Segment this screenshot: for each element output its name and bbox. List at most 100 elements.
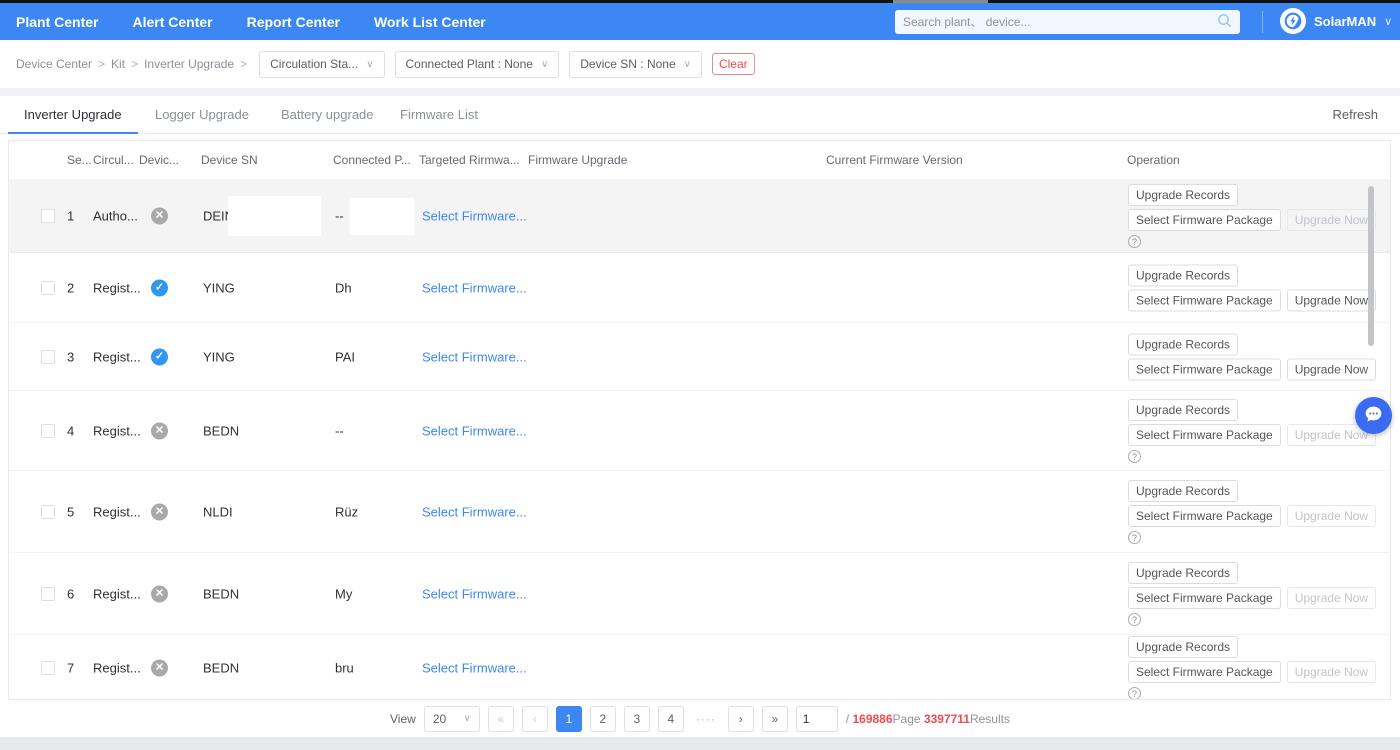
header-targeted-firmware: Targeted Rirmwa... bbox=[419, 141, 520, 179]
search-box[interactable] bbox=[895, 10, 1240, 34]
page-size-value: 20 bbox=[433, 712, 446, 726]
vertical-scrollbar[interactable] bbox=[1368, 186, 1374, 346]
page-button-1[interactable]: 1 bbox=[556, 706, 582, 732]
help-icon[interactable]: ? bbox=[1128, 235, 1141, 248]
upgrade-records-button[interactable]: Upgrade Records bbox=[1128, 480, 1238, 502]
upgrade-now-button[interactable]: Upgrade Now bbox=[1287, 289, 1376, 311]
table-body: 1 Autho... ✕ DEIN -- Select Firmware... … bbox=[9, 179, 1390, 700]
row-circulation-status: Autho... bbox=[93, 208, 138, 223]
nav-item-alert-center[interactable]: Alert Center bbox=[132, 14, 212, 30]
select-firmware-link[interactable]: Select Firmware... bbox=[422, 586, 527, 601]
nav-item-work-list-center[interactable]: Work List Center bbox=[374, 14, 486, 30]
nav-item-plant-center[interactable]: Plant Center bbox=[16, 14, 98, 30]
upgrade-now-button[interactable]: Upgrade Now bbox=[1287, 505, 1376, 527]
upgrade-now-button[interactable]: Upgrade Now bbox=[1287, 209, 1376, 231]
page-jump-input[interactable] bbox=[796, 706, 838, 732]
filter-controls: Circulation Sta... ∨ Connected Plant : N… bbox=[259, 51, 755, 78]
row-checkbox[interactable] bbox=[41, 505, 55, 519]
operation-cell: Upgrade Records Select Firmware Package … bbox=[1128, 399, 1376, 463]
tab-inverter-upgrade[interactable]: Inverter Upgrade bbox=[8, 96, 138, 134]
select-firmware-link[interactable]: Select Firmware... bbox=[422, 280, 527, 295]
select-package-button[interactable]: Select Firmware Package bbox=[1128, 505, 1281, 527]
page-label: Page bbox=[893, 712, 921, 726]
select-package-button[interactable]: Select Firmware Package bbox=[1128, 661, 1281, 683]
device-status-icon: ✕ bbox=[151, 660, 168, 677]
page-button-3[interactable]: 3 bbox=[624, 706, 650, 732]
search-input[interactable] bbox=[903, 15, 1217, 29]
select-package-button[interactable]: Select Firmware Package bbox=[1128, 289, 1281, 311]
operation-cell: Upgrade Records Select Firmware Package … bbox=[1128, 264, 1376, 311]
help-icon[interactable]: ? bbox=[1128, 613, 1141, 626]
breadcrumb-device-center[interactable]: Device Center bbox=[16, 57, 92, 71]
chevron-down-icon: ∨ bbox=[366, 59, 373, 70]
upgrade-records-button[interactable]: Upgrade Records bbox=[1128, 636, 1238, 658]
row-device-sn: BEDN bbox=[203, 423, 239, 438]
redaction-box bbox=[228, 196, 321, 236]
tab-logger-upgrade[interactable]: Logger Upgrade bbox=[155, 96, 249, 134]
device-status-icon: ✕ bbox=[151, 422, 168, 439]
upgrade-records-button[interactable]: Upgrade Records bbox=[1128, 333, 1238, 355]
breadcrumb-inverter-upgrade[interactable]: Inverter Upgrade bbox=[144, 57, 234, 71]
refresh-button[interactable]: Refresh bbox=[1332, 96, 1378, 134]
device-sn-dropdown[interactable]: Device SN : None ∨ bbox=[569, 51, 702, 78]
select-firmware-link[interactable]: Select Firmware... bbox=[422, 504, 527, 519]
connected-plant-dropdown[interactable]: Connected Plant : None ∨ bbox=[395, 51, 560, 78]
row-device-sn: BEDN bbox=[203, 586, 239, 601]
clear-filters-button[interactable]: Clear bbox=[712, 53, 755, 75]
row-circulation-status: Regist... bbox=[93, 280, 141, 295]
row-checkbox[interactable] bbox=[41, 661, 55, 675]
nav-item-report-center[interactable]: Report Center bbox=[247, 14, 340, 30]
upgrade-records-button[interactable]: Upgrade Records bbox=[1128, 184, 1238, 206]
row-checkbox[interactable] bbox=[41, 350, 55, 364]
select-package-button[interactable]: Select Firmware Package bbox=[1128, 587, 1281, 609]
breadcrumb-separator: > bbox=[131, 57, 138, 71]
breadcrumb-kit[interactable]: Kit bbox=[111, 57, 125, 71]
tab-firmware-list[interactable]: Firmware List bbox=[400, 96, 478, 134]
select-package-button[interactable]: Select Firmware Package bbox=[1128, 358, 1281, 380]
row-connected-plant: bru bbox=[335, 661, 354, 676]
results-label: Results bbox=[970, 712, 1010, 726]
circulation-status-dropdown[interactable]: Circulation Sta... ∨ bbox=[259, 51, 384, 78]
pagination-bar: View 20 ∨ « ‹ 1 2 3 4 ···· › » / 169886P… bbox=[0, 700, 1400, 737]
last-page-button[interactable]: » bbox=[762, 706, 788, 732]
header-serial: Se... bbox=[67, 141, 92, 179]
row-checkbox[interactable] bbox=[41, 587, 55, 601]
help-icon[interactable]: ? bbox=[1128, 687, 1141, 700]
upgrade-now-button[interactable]: Upgrade Now bbox=[1287, 661, 1376, 683]
account-menu[interactable]: SolarMAN ∨ bbox=[1280, 8, 1392, 34]
row-checkbox[interactable] bbox=[41, 209, 55, 223]
select-firmware-link[interactable]: Select Firmware... bbox=[422, 349, 527, 364]
view-label: View bbox=[390, 712, 416, 726]
row-checkbox[interactable] bbox=[41, 424, 55, 438]
chevron-down-icon: ∨ bbox=[463, 713, 470, 724]
page-button-4[interactable]: 4 bbox=[658, 706, 684, 732]
page-size-select[interactable]: 20 ∨ bbox=[424, 706, 480, 732]
upgrade-records-button[interactable]: Upgrade Records bbox=[1128, 264, 1238, 286]
operation-line: Select Firmware Package Upgrade Now bbox=[1128, 424, 1376, 446]
first-page-button[interactable]: « bbox=[488, 706, 514, 732]
chat-support-button[interactable] bbox=[1355, 397, 1392, 434]
row-serial: 7 bbox=[67, 661, 74, 676]
row-circulation-status: Regist... bbox=[93, 423, 141, 438]
select-firmware-link[interactable]: Select Firmware... bbox=[422, 423, 527, 438]
prev-page-button[interactable]: ‹ bbox=[522, 706, 548, 732]
upgrade-records-button[interactable]: Upgrade Records bbox=[1128, 399, 1238, 421]
select-firmware-link[interactable]: Select Firmware... bbox=[422, 661, 527, 676]
row-checkbox[interactable] bbox=[41, 281, 55, 295]
row-connected-plant: -- bbox=[335, 208, 344, 223]
upgrade-now-button[interactable]: Upgrade Now bbox=[1287, 587, 1376, 609]
row-connected-plant: Dh bbox=[335, 280, 352, 295]
tab-battery-upgrade[interactable]: Battery upgrade bbox=[281, 96, 374, 134]
select-package-button[interactable]: Select Firmware Package bbox=[1128, 209, 1281, 231]
upgrade-records-button[interactable]: Upgrade Records bbox=[1128, 562, 1238, 584]
row-serial: 4 bbox=[67, 423, 74, 438]
upgrade-now-button[interactable]: Upgrade Now bbox=[1287, 358, 1376, 380]
help-icon[interactable]: ? bbox=[1128, 531, 1141, 544]
next-page-button[interactable]: › bbox=[728, 706, 754, 732]
page-button-2[interactable]: 2 bbox=[590, 706, 616, 732]
search-icon[interactable] bbox=[1217, 13, 1232, 31]
select-package-button[interactable]: Select Firmware Package bbox=[1128, 424, 1281, 446]
help-icon[interactable]: ? bbox=[1128, 450, 1141, 463]
select-firmware-link[interactable]: Select Firmware... bbox=[422, 208, 527, 223]
table-row: 4 Regist... ✕ BEDN -- Select Firmware...… bbox=[9, 391, 1390, 471]
